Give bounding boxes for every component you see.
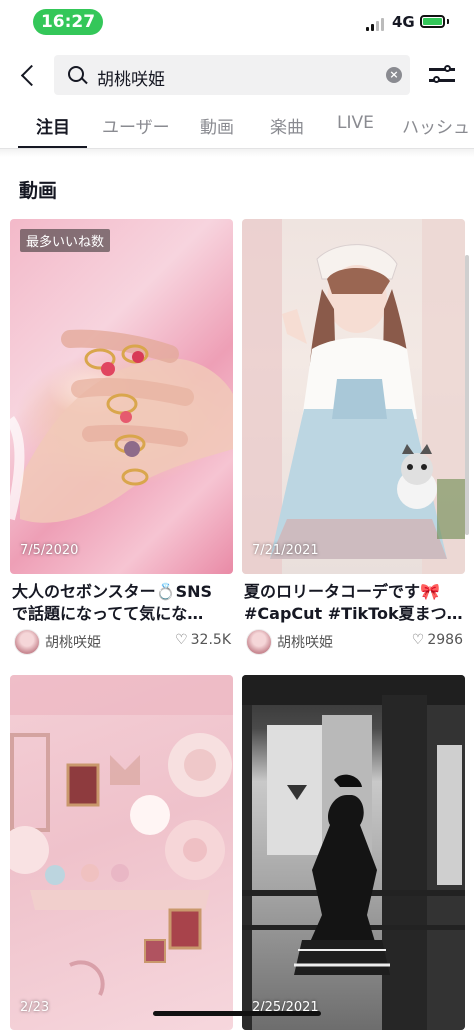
video-card[interactable]: 7/21/2021 夏のロリータコーデです🎀 #CapCut #TikTok夏ま…: [242, 219, 465, 659]
clear-icon[interactable]: ×: [386, 67, 402, 83]
author-name[interactable]: 胡桃咲姫: [277, 632, 333, 652]
filter-sliders-icon[interactable]: [429, 63, 455, 87]
search-input[interactable]: 胡桃咲姫 ×: [54, 55, 410, 95]
status-time: 16:27: [33, 9, 103, 35]
caption-line: 夏のロリータコーデです🎀: [244, 582, 440, 601]
divider-shadow: [0, 149, 474, 157]
video-thumbnail[interactable]: 2/25/2021: [242, 675, 465, 1030]
caption-line: #CapCut #TikTok夏まつり…: [244, 604, 464, 623]
status-bar: 16:27 4G: [0, 0, 474, 44]
battery-cap: [447, 19, 449, 24]
video-date: 7/21/2021: [252, 543, 319, 558]
tab-top[interactable]: 注目: [36, 113, 70, 138]
video-card[interactable]: 2/25/2021: [242, 675, 465, 1030]
tab-videos[interactable]: 動画: [200, 113, 234, 138]
chevron-left-icon[interactable]: [14, 59, 42, 91]
battery-icon: [420, 15, 445, 28]
signal-icon: [366, 17, 386, 31]
home-indicator[interactable]: [153, 1011, 321, 1016]
video-thumbnail[interactable]: 最多いいね数 7/5/2020: [10, 219, 233, 574]
like-count-value: 32.5K: [190, 632, 231, 648]
video-caption[interactable]: 大人のセボンスター💍SNS で話題になってて気にな…: [12, 581, 232, 625]
author-name[interactable]: 胡桃咲姫: [45, 632, 101, 652]
lolita-outfit-illustration: [242, 219, 465, 574]
section-title: 動画: [19, 180, 58, 202]
most-liked-badge: 最多いいね数: [20, 229, 111, 252]
like-count: ♡ 32.5K: [175, 632, 231, 648]
avatar[interactable]: [246, 629, 272, 655]
video-date: 7/5/2020: [20, 543, 79, 558]
search-tabs: 注目 ユーザー 動画 楽曲 LIVE ハッシュ: [0, 103, 474, 149]
tab-sounds[interactable]: 楽曲: [270, 113, 304, 138]
video-caption[interactable]: 夏のロリータコーデです🎀 #CapCut #TikTok夏まつり…: [244, 581, 464, 625]
caption-line: 大人のセボンスター💍SNS: [12, 582, 213, 601]
pink-room-illustration: [10, 675, 233, 996]
heart-outline-icon: ♡: [175, 632, 188, 648]
tab-hashtags[interactable]: ハッシュ: [402, 113, 470, 138]
avatar[interactable]: [14, 629, 40, 655]
caption-line: で話題になってて気にな…: [12, 604, 204, 623]
video-thumbnail[interactable]: 2/23: [10, 675, 233, 1030]
city-window-illustration: [242, 675, 465, 1030]
rings-hand-illustration: [10, 329, 233, 523]
heart-outline-icon: ♡: [411, 632, 425, 648]
video-card[interactable]: 2/23: [10, 675, 233, 1030]
like-count: ♡ 2986: [412, 632, 463, 648]
tab-live[interactable]: LIVE: [337, 113, 374, 133]
search-header: 胡桃咲姫 ×: [0, 53, 474, 97]
like-count-value: 2986: [427, 632, 463, 648]
scrollbar[interactable]: [465, 255, 469, 535]
video-meta: 胡桃咲姫 ♡ 2986: [244, 629, 465, 655]
video-card[interactable]: 最多いいね数 7/5/2020 大人のセボンスター💍SNS で話題になってて気に…: [10, 219, 233, 659]
search-icon: [68, 66, 84, 82]
tab-users[interactable]: ユーザー: [102, 113, 170, 138]
search-query[interactable]: 胡桃咲姫: [97, 65, 165, 90]
network-type: 4G: [392, 13, 415, 31]
video-meta: 胡桃咲姫 ♡ 32.5K: [12, 629, 233, 655]
video-thumbnail[interactable]: 7/21/2021: [242, 219, 465, 574]
video-date: 2/23: [20, 1000, 50, 1015]
